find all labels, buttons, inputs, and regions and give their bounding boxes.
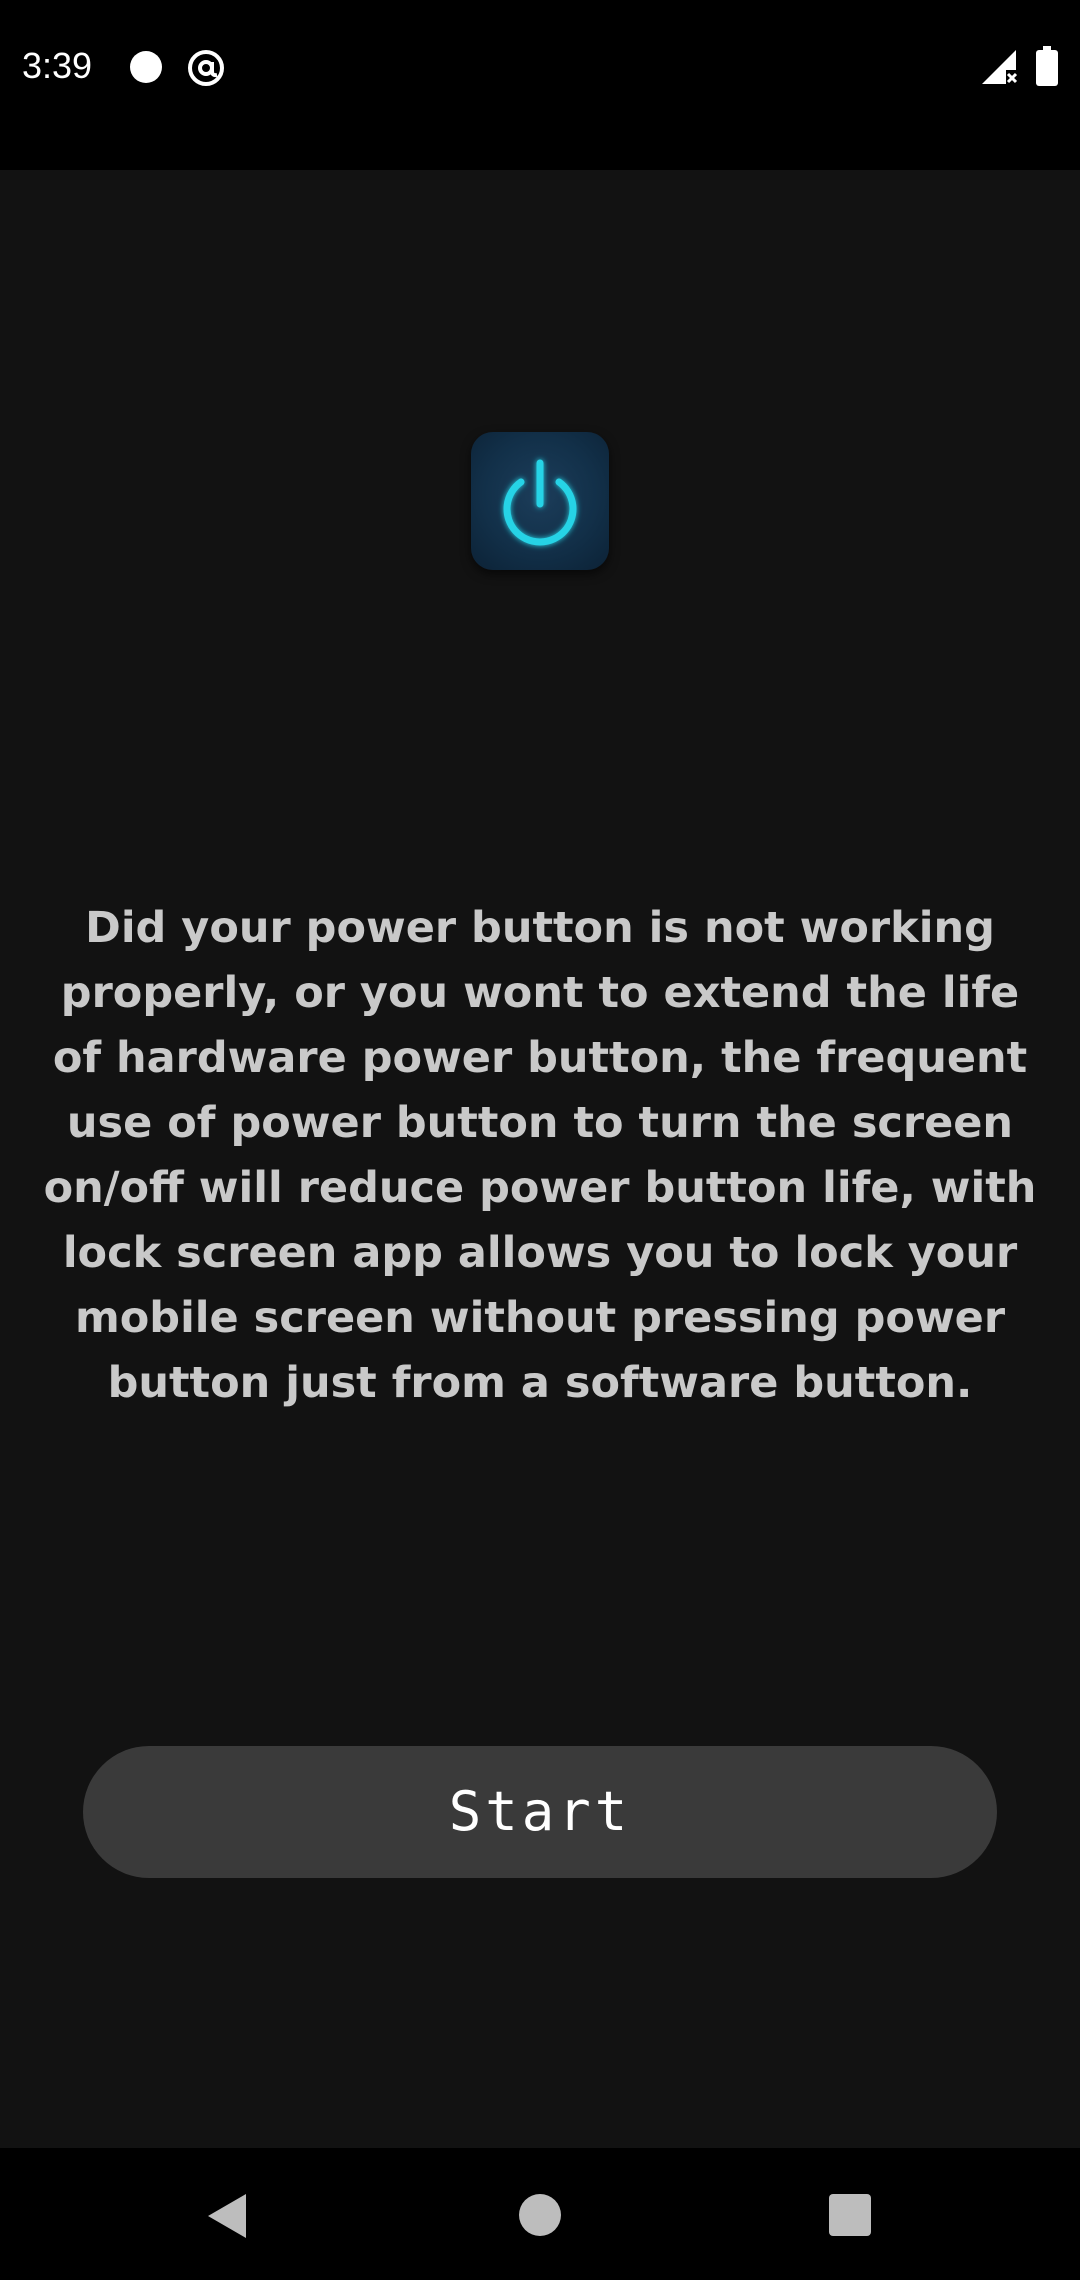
app-screen: 3:39 Did your power button is not workin… <box>0 0 1080 2280</box>
status-time: 3:39 <box>22 45 93 86</box>
recents-icon[interactable] <box>829 2194 871 2236</box>
home-icon[interactable] <box>519 2194 561 2236</box>
signal-icon <box>982 50 1018 84</box>
app-logo <box>471 432 609 570</box>
status-bar: 3:39 <box>0 0 1080 170</box>
app-description: Did your power button is not working pro… <box>43 903 1037 1408</box>
battery-icon <box>1036 46 1058 86</box>
at-sign-icon <box>188 50 224 86</box>
power-icon <box>503 459 577 546</box>
navigation-bar <box>0 2148 1080 2280</box>
notification-dot-icon <box>130 51 162 83</box>
back-icon[interactable] <box>204 2192 248 2240</box>
start-button[interactable]: Start <box>83 1746 997 1878</box>
